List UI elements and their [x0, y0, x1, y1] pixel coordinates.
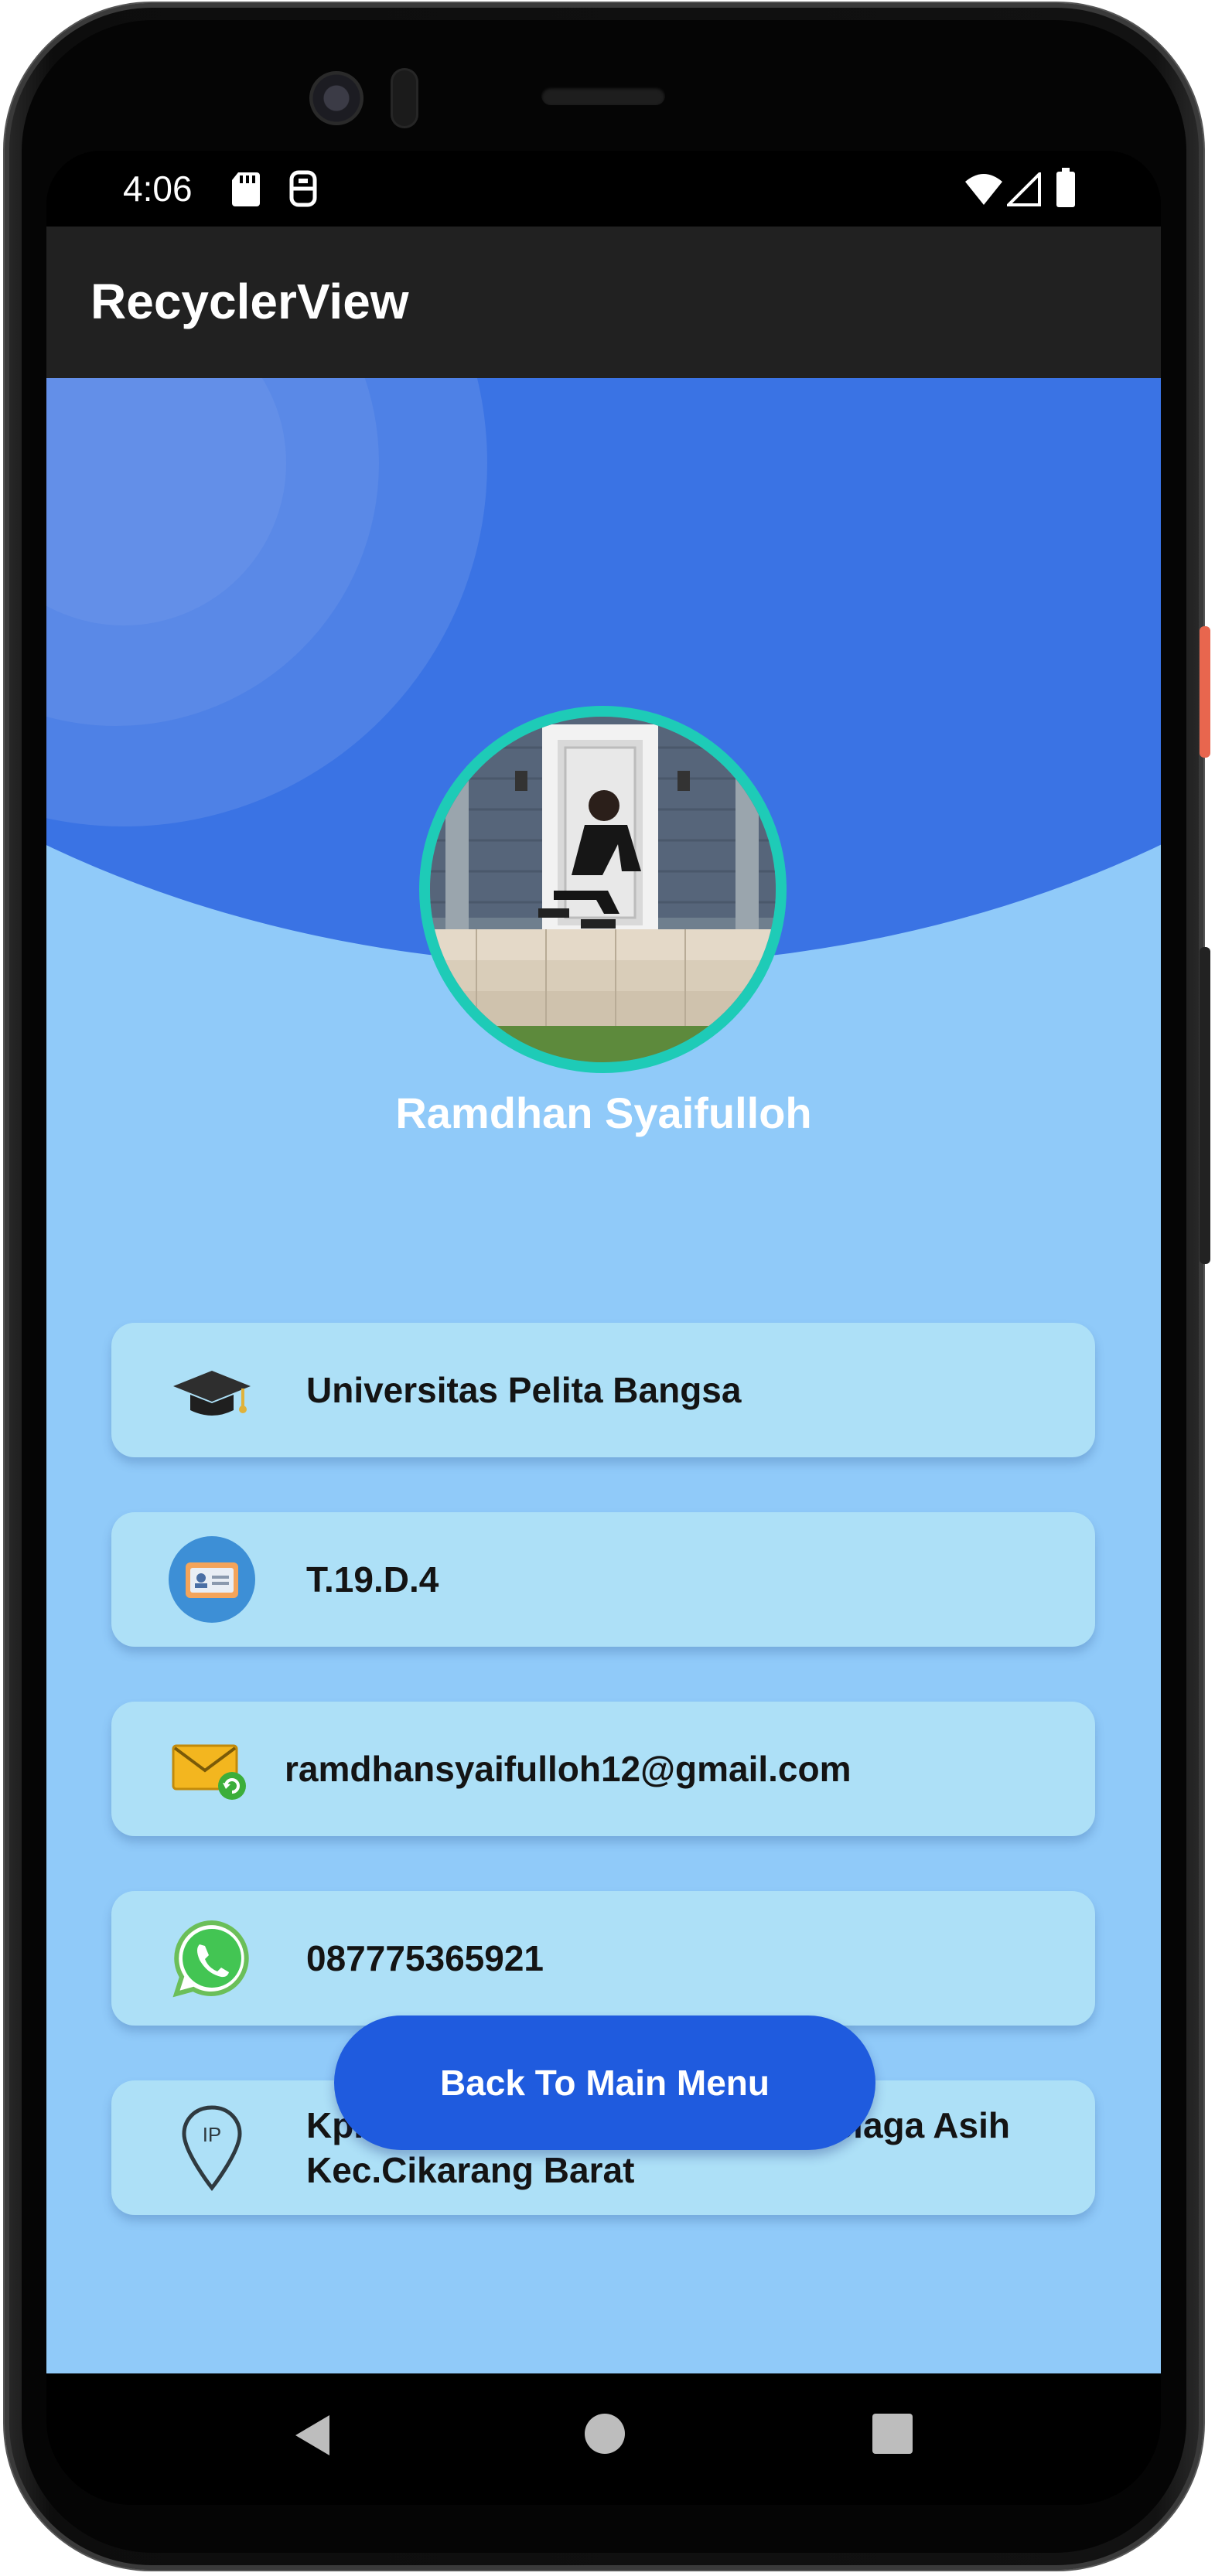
app-bar: RecyclerView	[46, 227, 1161, 378]
class-text: T.19.D.4	[306, 1559, 439, 1600]
email-icon	[172, 1744, 246, 1800]
info-card-university: Universitas Pelita Bangsa	[111, 1323, 1095, 1457]
location-pin-icon: IP	[182, 2105, 242, 2192]
info-card-email: ramdhansyaifulloh12@gmail.com	[111, 1702, 1095, 1836]
id-card-icon	[169, 1536, 255, 1623]
info-card-phone: 087775365921	[111, 1891, 1095, 2026]
status-time: 4:06	[123, 169, 193, 209]
front-camera	[309, 71, 363, 125]
battery-icon	[1056, 168, 1075, 207]
email-text: ramdhansyaifulloh12@gmail.com	[285, 1749, 852, 1789]
navigation-bar	[46, 2373, 1161, 2505]
avatar	[419, 706, 787, 1073]
profile-name: Ramdhan Syaifulloh	[395, 1089, 812, 1137]
wifi-icon	[965, 174, 1002, 205]
profile-content: Ramdhan Syaifulloh Universitas Pelita Ba…	[46, 378, 1161, 2373]
svg-text:IP: IP	[203, 2123, 222, 2146]
sd-card-icon	[232, 172, 260, 206]
status-bar: 4:06	[46, 151, 1161, 227]
proximity-sensor	[391, 68, 418, 128]
phone-text: 087775365921	[306, 1938, 544, 1978]
accessibility-icon	[289, 170, 317, 207]
recents-icon[interactable]	[871, 2412, 914, 2455]
university-text: Universitas Pelita Bangsa	[306, 1370, 742, 1410]
screen: 4:06 RecyclerView Ramdhan Syaifulloh Uni…	[46, 151, 1161, 2373]
home-icon[interactable]	[583, 2412, 626, 2455]
volume-button	[1200, 947, 1210, 1264]
power-button	[1200, 626, 1210, 758]
profile-photo	[430, 717, 776, 1062]
back-icon[interactable]	[291, 2412, 337, 2458]
graduation-cap-icon	[173, 1371, 251, 1416]
app-title: RecyclerView	[90, 274, 409, 329]
earpiece-speaker	[541, 87, 665, 105]
back-to-main-menu-button[interactable]: Back To Main Menu	[334, 2015, 875, 2150]
whatsapp-icon	[172, 1920, 249, 1998]
signal-icon	[1007, 172, 1041, 206]
info-card-class: T.19.D.4	[111, 1512, 1095, 1647]
